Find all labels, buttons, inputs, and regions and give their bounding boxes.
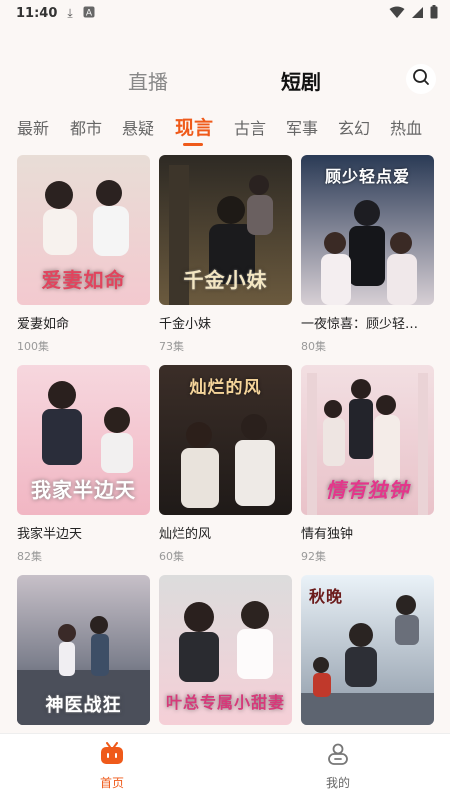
- category-military[interactable]: 军事: [286, 115, 318, 139]
- download-icon: ⤓: [67, 5, 73, 20]
- drama-grid: 爱妻如命 爱妻如命 100集 千金小妹 千金小妹 73集 顾少轻点爱 一夜惊喜：…: [0, 155, 450, 735]
- category-bar: 最新 都市 悬疑 现言 古言 军事 玄幻 热血: [0, 113, 450, 153]
- nav-home-label: 首页: [99, 776, 124, 790]
- bottom-nav: 首页 我的: [0, 733, 450, 800]
- top-tabs: 直播 短剧: [0, 60, 450, 100]
- drama-card[interactable]: 情有独钟 情有独钟 92集: [301, 365, 434, 564]
- drama-cover[interactable]: 秋晚: [301, 575, 434, 725]
- episode-count: 60集: [159, 550, 184, 563]
- cover-title: 灿烂的风: [189, 378, 262, 398]
- signal-icon: [411, 6, 424, 23]
- drama-card[interactable]: 顾少轻点爱 一夜惊喜：顾少轻… 80集: [301, 155, 434, 354]
- active-category-indicator: [183, 143, 203, 146]
- category-modern-romance[interactable]: 现言: [175, 113, 213, 140]
- tab-live[interactable]: 直播: [128, 66, 168, 95]
- cover-title: 神医战狂: [45, 695, 122, 716]
- drama-cover[interactable]: 顾少轻点爱: [301, 155, 434, 305]
- cover-title: 叶总专属小甜妻: [165, 693, 285, 712]
- drama-cover[interactable]: 情有独钟: [301, 365, 434, 515]
- tv-icon: [99, 742, 125, 770]
- cover-title: 顾少轻点爱: [324, 167, 410, 186]
- status-bar: 11:40 ⤓ A: [0, 0, 450, 26]
- drama-card[interactable]: 我家半边天 我家半边天 82集: [17, 365, 150, 564]
- drama-title: 千金小妹: [159, 317, 212, 332]
- status-time: 11:40: [16, 5, 58, 21]
- cover-title: 我家半边天: [31, 478, 136, 502]
- profile-icon: [326, 743, 350, 770]
- battery-icon: [430, 5, 438, 23]
- drama-cover[interactable]: 叶总专属小甜妻: [159, 575, 292, 725]
- drama-card[interactable]: 叶总专属小甜妻: [159, 575, 292, 725]
- drama-title: 情有独钟: [301, 527, 354, 542]
- notification-a-icon: A: [83, 6, 95, 21]
- drama-card[interactable]: 灿烂的风 灿烂的风 60集: [159, 365, 292, 564]
- drama-title: 灿烂的风: [159, 527, 212, 542]
- tab-short-drama[interactable]: 短剧: [281, 66, 321, 95]
- cover-title: 情有独钟: [325, 478, 410, 502]
- episode-count: 82集: [17, 550, 42, 563]
- category-mystery[interactable]: 悬疑: [122, 115, 154, 139]
- category-passion[interactable]: 热血: [390, 115, 422, 139]
- drama-card[interactable]: 秋晚: [301, 575, 434, 725]
- category-latest[interactable]: 最新: [17, 115, 49, 139]
- cover-title: 千金小妹: [183, 268, 268, 292]
- nav-home[interactable]: 首页: [72, 742, 152, 791]
- search-button[interactable]: [406, 64, 436, 94]
- drama-card[interactable]: 千金小妹 千金小妹 73集: [159, 155, 292, 354]
- drama-title: 爱妻如命: [17, 317, 70, 332]
- category-fantasy[interactable]: 玄幻: [338, 115, 370, 139]
- category-urban[interactable]: 都市: [70, 115, 102, 139]
- category-ancient-romance[interactable]: 古言: [234, 115, 266, 139]
- drama-cover[interactable]: 我家半边天: [17, 365, 150, 515]
- episode-count: 73集: [159, 340, 184, 353]
- svg-text:A: A: [86, 8, 93, 18]
- nav-mine-label: 我的: [325, 776, 350, 790]
- search-icon: [412, 68, 430, 90]
- cover-title: 爱妻如命: [41, 268, 126, 292]
- wifi-icon: [389, 6, 405, 23]
- episode-count: 92集: [301, 550, 326, 563]
- episode-count: 100集: [17, 340, 49, 353]
- drama-card[interactable]: 爱妻如命 爱妻如命 100集: [17, 155, 150, 354]
- drama-cover[interactable]: 爱妻如命: [17, 155, 150, 305]
- drama-cover[interactable]: 灿烂的风: [159, 365, 292, 515]
- cover-title: 秋晚: [309, 587, 344, 606]
- drama-cover[interactable]: 神医战狂: [17, 575, 150, 725]
- drama-title: 我家半边天: [17, 527, 83, 542]
- drama-title: 一夜惊喜：顾少轻…: [301, 317, 419, 332]
- drama-cover[interactable]: 千金小妹: [159, 155, 292, 305]
- nav-mine[interactable]: 我的: [298, 742, 378, 791]
- drama-card[interactable]: 神医战狂: [17, 575, 150, 725]
- episode-count: 80集: [301, 340, 326, 353]
